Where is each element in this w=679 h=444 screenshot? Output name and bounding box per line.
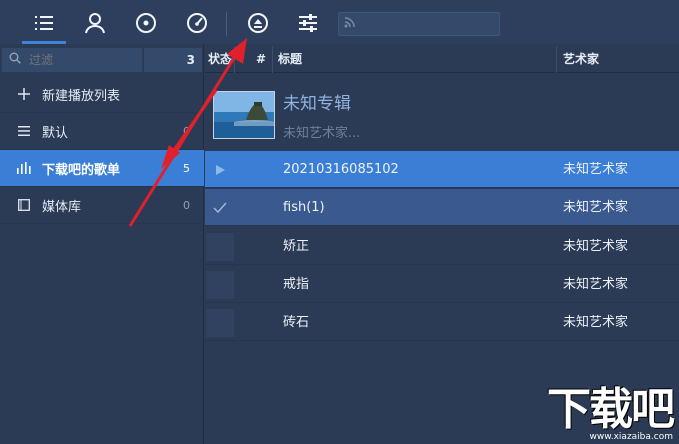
play-icon [205,151,235,188]
toolbar-separator [226,12,227,36]
toolbar [0,0,679,44]
toolbar-search-input[interactable] [362,16,496,32]
track-row[interactable]: 砖石 未知艺术家 [205,304,679,341]
now-playing-tab-button[interactable] [175,6,219,44]
track-title: 砖石 [283,315,310,330]
sidebar-item-default[interactable]: 默认 0 [0,113,204,150]
status-placeholder [206,308,234,337]
bars-icon [14,162,34,174]
track-artist: 未知艺术家 [563,200,629,215]
sidebar-item-new-playlist[interactable]: 新建播放列表 [0,76,204,113]
filter-row: 3 [0,48,204,72]
user-icon [84,12,106,38]
playlist-tab-button[interactable] [22,6,66,44]
sidebar-item-xiazaiba-playlist[interactable]: 下载吧的歌单 5 [0,150,204,187]
track-title: fish(1) [283,200,325,215]
sidebar-item-label: 默认 [42,125,69,141]
sidebar-item-count: 0 [183,198,190,212]
status-placeholder [206,270,234,299]
track-artist: 未知艺术家 [563,239,629,254]
sidebar-item-label: 下载吧的歌单 [42,162,121,178]
track-title: 戒指 [283,277,310,292]
list-lines-icon [14,125,34,137]
album-group-header: 未知专辑 未知艺术家... [205,74,679,150]
filter-input[interactable] [27,52,131,68]
sidebar-item-media-library[interactable]: 媒体库 0 [0,187,204,224]
filter-field[interactable] [2,48,142,72]
track-status-cell [205,266,235,303]
track-artist: 未知艺术家 [563,315,629,330]
disc-icon [135,12,157,38]
sidebar-item-count: 5 [183,161,190,175]
watermark: 下载吧 www.xiazaiba.com [547,384,675,443]
track-status-cell [205,304,235,341]
sidebar-item-label: 媒体库 [42,199,82,215]
sidebar-item-count: 0 [183,124,190,138]
track-artist: 未知艺术家 [563,162,629,177]
track-table-header: 状态 # 标题 艺术家 [205,46,679,73]
album-artist: 未知艺术家... [283,126,361,141]
artist-tab-button[interactable] [73,6,117,44]
track-row[interactable]: 戒指 未知艺术家 [205,266,679,303]
track-row[interactable]: 20210316085102 未知艺术家 [205,151,679,188]
track-row[interactable]: 矫正 未知艺术家 [205,228,679,265]
column-header-status[interactable]: 状态 [205,46,235,73]
equalizer-button[interactable] [286,6,330,44]
column-header-title[interactable]: 标题 [273,46,557,73]
status-placeholder [206,232,234,261]
track-title: 矫正 [283,239,310,254]
column-header-number[interactable]: # [235,46,273,73]
plus-icon [14,88,34,100]
album-title: 未知专辑 [283,94,351,114]
album-tab-button[interactable] [124,6,168,44]
watermark-logo: 下载吧 [547,384,675,435]
track-status-cell [205,228,235,265]
gauge-icon [186,12,208,38]
track-artist: 未知艺术家 [563,277,629,292]
check-icon [205,189,235,226]
track-row[interactable]: fish(1) 未知艺术家 [205,189,679,226]
column-header-artist[interactable]: 艺术家 [557,46,679,73]
playlist-sidebar: 3 新建播放列表 默认 0 下载吧的歌单 5 媒体库 0 [0,44,204,444]
album-cover-image [213,91,275,139]
eject-icon [247,12,269,38]
sidebar-item-label: 新建播放列表 [42,88,121,104]
rss-icon [344,16,356,32]
playlist-count: 3 [144,48,202,72]
eject-button[interactable] [236,6,280,44]
search-icon [9,52,21,68]
toolbar-search-field[interactable] [338,12,500,36]
list-icon [33,13,55,37]
track-title: 20210316085102 [283,162,399,177]
library-icon [14,199,34,211]
equalizer-icon [297,13,319,37]
